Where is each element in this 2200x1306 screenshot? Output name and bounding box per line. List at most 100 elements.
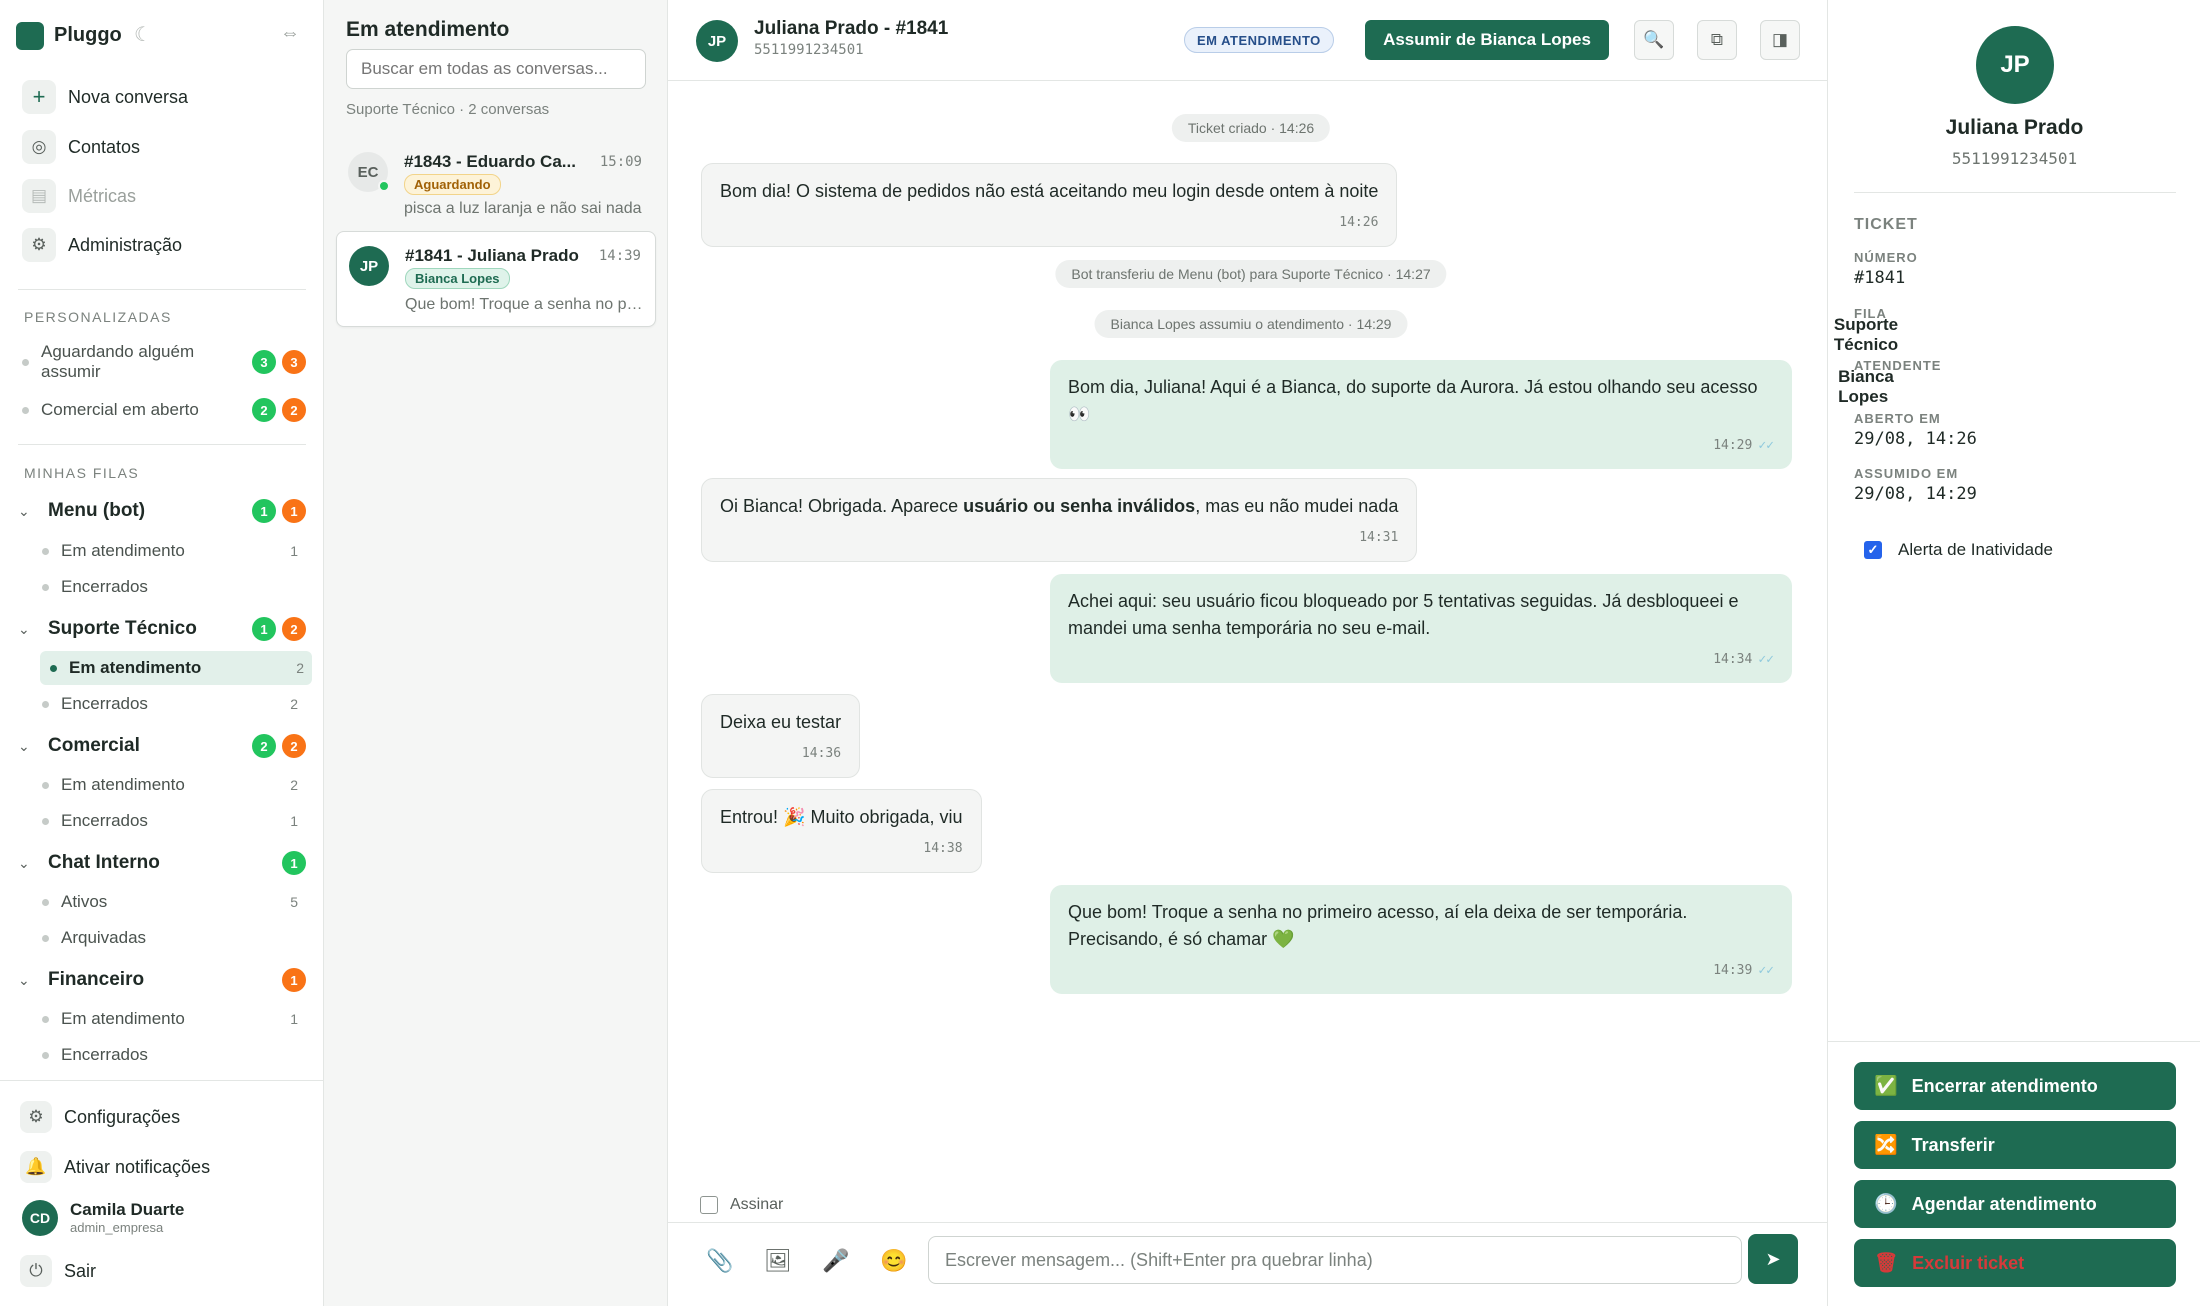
sub-label: Em atendimento [61, 541, 185, 560]
schedule-button[interactable]: 🕒 Agendar atendimento [1854, 1180, 2176, 1228]
conversation-card[interactable]: EC #1843 - Eduardo Ca... 15:09 Aguardand… [336, 138, 656, 220]
badges: 1 [282, 851, 306, 875]
field-value: Suporte Técnico [1833, 315, 1899, 354]
notifications-link[interactable]: 🔔 Ativar notificações [20, 1147, 310, 1187]
sub-label: Encerrados [61, 811, 148, 830]
queue-sub-item[interactable]: Encerrados [42, 570, 306, 604]
chevron-down-icon: ⌄ [18, 971, 30, 988]
transfer-button[interactable]: 🔀 Transferir [1854, 1121, 2176, 1169]
queue-sub-item[interactable]: Em atendimento 2 [42, 768, 306, 802]
send-button[interactable]: ➤ [1748, 1234, 1798, 1284]
queue-sub-item-active[interactable]: Em atendimento 2 [40, 651, 312, 685]
orange-badge: 1 [282, 499, 306, 523]
green-badge: 1 [252, 499, 276, 523]
green-badge: 2 [252, 734, 276, 758]
queue-sub-item[interactable]: Ativos 5 [42, 885, 306, 919]
orange-badge: 2 [282, 398, 306, 422]
user-role: admin_empresa [70, 1220, 164, 1235]
message-time: 14:39 [1713, 963, 1753, 978]
message-text: Bom dia! O sistema de pedidos não está a… [720, 181, 1379, 201]
status-badge: Aguardando [404, 174, 501, 195]
copy-icon[interactable]: ⧉ [1697, 20, 1737, 60]
queue-name: Chat Interno [48, 852, 160, 873]
field-value: 29/08, 14:29 [1854, 484, 1977, 504]
green-badge: 1 [252, 617, 276, 641]
image-icon[interactable]: 🖼 [760, 1243, 796, 1279]
queue-suporte-tecnico[interactable]: ⌄ Suporte Técnico 1 2 [18, 614, 306, 644]
sub-count: 1 [290, 543, 298, 559]
close-ticket-button[interactable]: ✅ Encerrar atendimento [1854, 1062, 2176, 1110]
logout-label: Sair [64, 1260, 97, 1281]
custom-view-comercial[interactable]: Comercial em aberto 2 2 [22, 397, 306, 423]
sign-toggle[interactable]: Assinar [700, 1196, 783, 1214]
brand-logo [16, 22, 44, 50]
queue-sub-item[interactable]: Encerrados 1 [42, 804, 306, 838]
sub-count: 2 [296, 660, 304, 676]
paperclip-icon[interactable]: 📎 [702, 1243, 738, 1279]
bullet [22, 406, 29, 414]
logout-link[interactable]: ⏻ Sair [20, 1251, 310, 1291]
toggle-panel-icon[interactable]: ◨ [1760, 20, 1800, 60]
details-panel: JP Juliana Prado 5511991234501 TICKET NÚ… [1827, 0, 2200, 1306]
message-time: 14:29 [1713, 438, 1753, 453]
queue-sub-item[interactable]: Em atendimento 1 [42, 1002, 306, 1036]
message-incoming: Oi Bianca! Obrigada. Aparece usuário ou … [701, 478, 1418, 562]
orange-badge: 1 [282, 968, 306, 992]
read-check-icon: ✓✓ [1758, 963, 1774, 978]
microphone-icon[interactable]: 🎤 [818, 1243, 854, 1279]
queue-financeiro[interactable]: ⌄ Financeiro 1 [18, 965, 306, 995]
chat-panel: JP Juliana Prado - #1841 5511991234501 E… [668, 0, 1827, 1306]
message-incoming: Bom dia! O sistema de pedidos não está a… [701, 163, 1398, 247]
queue-sub-item[interactable]: Em atendimento 1 [42, 534, 306, 568]
settings-link[interactable]: ⚙ Configurações [20, 1097, 310, 1137]
inactivity-alert-toggle[interactable]: ✓ Alerta de Inatividade [1864, 540, 2053, 560]
orange-badge: 2 [282, 617, 306, 641]
action-label: Encerrar atendimento [1911, 1075, 2098, 1096]
message-time: 14:36 [801, 746, 842, 761]
field-value: 29/08, 14:26 [1854, 429, 1977, 449]
check-icon: ✅ [1874, 1076, 1898, 1097]
nav-contatos[interactable]: ◎ Contatos [22, 127, 312, 167]
queue-chat-interno[interactable]: ⌄ Chat Interno 1 [18, 848, 306, 878]
nav-administracao[interactable]: ⚙ Administração [22, 225, 312, 265]
sub-count: 2 [290, 777, 298, 793]
chat-phone: 5511991234501 [754, 42, 864, 58]
badges: 1 2 [252, 617, 306, 641]
list-subtitle: Suporte Técnico · 2 conversas [346, 101, 550, 118]
message-input[interactable]: Escrever mensagem... (Shift+Enter pra qu… [928, 1236, 1742, 1284]
nav-label: Contatos [68, 136, 141, 157]
search-input[interactable] [346, 49, 646, 89]
queue-name: Menu (bot) [48, 500, 146, 521]
assume-button[interactable]: Assumir de Bianca Lopes [1365, 20, 1609, 60]
emoji-icon[interactable]: 😊 [876, 1243, 912, 1279]
conversation-list: Em atendimento Suporte Técnico · 2 conve… [324, 0, 668, 1306]
queue-sub-item[interactable]: Arquivadas [42, 921, 306, 955]
section-personalizadas: PERSONALIZADAS [24, 309, 172, 325]
chevron-down-icon: ⌄ [18, 502, 30, 519]
inactivity-checkbox[interactable]: ✓ [1864, 541, 1882, 559]
collapse-sidebar-icon[interactable]: ⇔ [280, 22, 300, 45]
message-text-part: Oi Bianca! Obrigada. Aparece [720, 496, 964, 516]
gear-icon: ⚙ [20, 1101, 52, 1133]
message-text: Que bom! Troque a senha no primeiro aces… [1068, 902, 1688, 949]
queue-sub-item[interactable]: Encerrados [42, 1038, 306, 1072]
system-message: Ticket criado · 14:26 [1171, 114, 1331, 142]
list-title: Em atendimento [346, 18, 510, 41]
search-icon[interactable]: 🔍 [1634, 20, 1674, 60]
queue-menu-bot[interactable]: ⌄ Menu (bot) 1 1 [18, 496, 306, 526]
message-incoming: Deixa eu testar 14:36 [701, 694, 861, 778]
avatar[interactable]: CD [22, 1200, 58, 1236]
system-message: Bot transferiu de Menu (bot) para Suport… [1055, 260, 1447, 288]
nav-metricas[interactable]: ▤ Métricas [22, 176, 312, 216]
message-text-bold: usuário ou senha inválidos [963, 496, 1196, 516]
nav-nova-conversa[interactable]: + Nova conversa [22, 77, 312, 117]
moon-icon[interactable]: ☾ [134, 22, 152, 47]
delete-ticket-button[interactable]: 🗑 Excluir ticket [1854, 1239, 2176, 1287]
badges: 2 2 [252, 398, 306, 422]
custom-view-aguardando[interactable]: Aguardando alguém assumir 3 3 [22, 341, 306, 383]
conversation-card-selected[interactable]: JP #1841 - Juliana Prado 14:39 Bianca Lo… [336, 231, 656, 327]
sign-checkbox[interactable] [700, 1196, 718, 1214]
queue-sub-item[interactable]: Encerrados 2 [42, 687, 306, 721]
queue-comercial[interactable]: ⌄ Comercial 2 2 [18, 731, 306, 761]
read-check-icon: ✓✓ [1758, 438, 1774, 453]
